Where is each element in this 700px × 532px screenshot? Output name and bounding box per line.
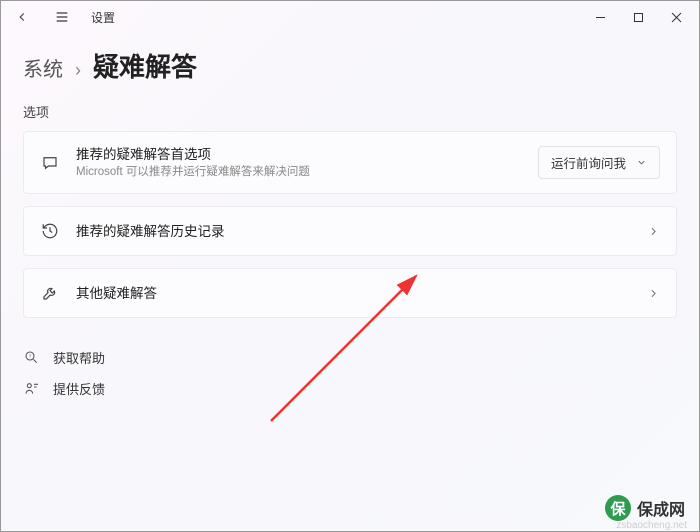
feedback-icon bbox=[23, 380, 41, 398]
dropdown-value: 运行前询问我 bbox=[551, 153, 626, 172]
link-get-help[interactable]: ? 获取帮助 bbox=[23, 342, 677, 373]
chat-icon bbox=[40, 153, 60, 173]
watermark-brand: 保 保成网 bbox=[605, 495, 685, 521]
titlebar: 设置 bbox=[1, 1, 699, 33]
maximize-button[interactable] bbox=[619, 3, 657, 31]
card-other-troubleshooters[interactable]: 其他疑难解答 bbox=[23, 268, 677, 318]
page-title: 疑难解答 bbox=[93, 47, 197, 84]
watermark-logo-icon: 保 bbox=[605, 495, 631, 521]
breadcrumb-parent[interactable]: 系统 bbox=[23, 53, 63, 82]
card-history[interactable]: 推荐的疑难解答历史记录 bbox=[23, 206, 677, 256]
link-label: 提供反馈 bbox=[53, 379, 105, 398]
wrench-icon bbox=[40, 283, 60, 303]
app-title: 设置 bbox=[91, 9, 115, 26]
nav-menu-button[interactable] bbox=[45, 3, 79, 31]
card-subtitle: Microsoft 可以推荐并运行疑难解答来解决问题 bbox=[76, 165, 522, 180]
chevron-right-icon bbox=[647, 225, 660, 238]
link-feedback[interactable]: 提供反馈 bbox=[23, 373, 677, 404]
close-button[interactable] bbox=[657, 3, 695, 31]
help-icon: ? bbox=[23, 349, 41, 367]
card-title: 推荐的疑难解答首选项 bbox=[76, 146, 522, 164]
card-title: 推荐的疑难解答历史记录 bbox=[76, 223, 631, 241]
watermark-url: zsbaocheng.net bbox=[616, 520, 687, 531]
link-label: 获取帮助 bbox=[53, 348, 105, 367]
section-label: 选项 bbox=[23, 102, 677, 121]
breadcrumb: 系统 › 疑难解答 bbox=[23, 47, 677, 84]
card-title: 其他疑难解答 bbox=[76, 285, 631, 303]
chevron-right-icon: › bbox=[75, 60, 81, 81]
chevron-down-icon bbox=[636, 157, 647, 168]
card-recommended-pref: 推荐的疑难解答首选项 Microsoft 可以推荐并运行疑难解答来解决问题 运行… bbox=[23, 131, 677, 194]
pref-dropdown[interactable]: 运行前询问我 bbox=[538, 146, 660, 179]
chevron-right-icon bbox=[647, 287, 660, 300]
back-button[interactable] bbox=[5, 3, 39, 31]
history-icon bbox=[40, 221, 60, 241]
watermark-text: 保成网 bbox=[637, 496, 685, 520]
svg-text:?: ? bbox=[29, 354, 32, 359]
minimize-button[interactable] bbox=[581, 3, 619, 31]
